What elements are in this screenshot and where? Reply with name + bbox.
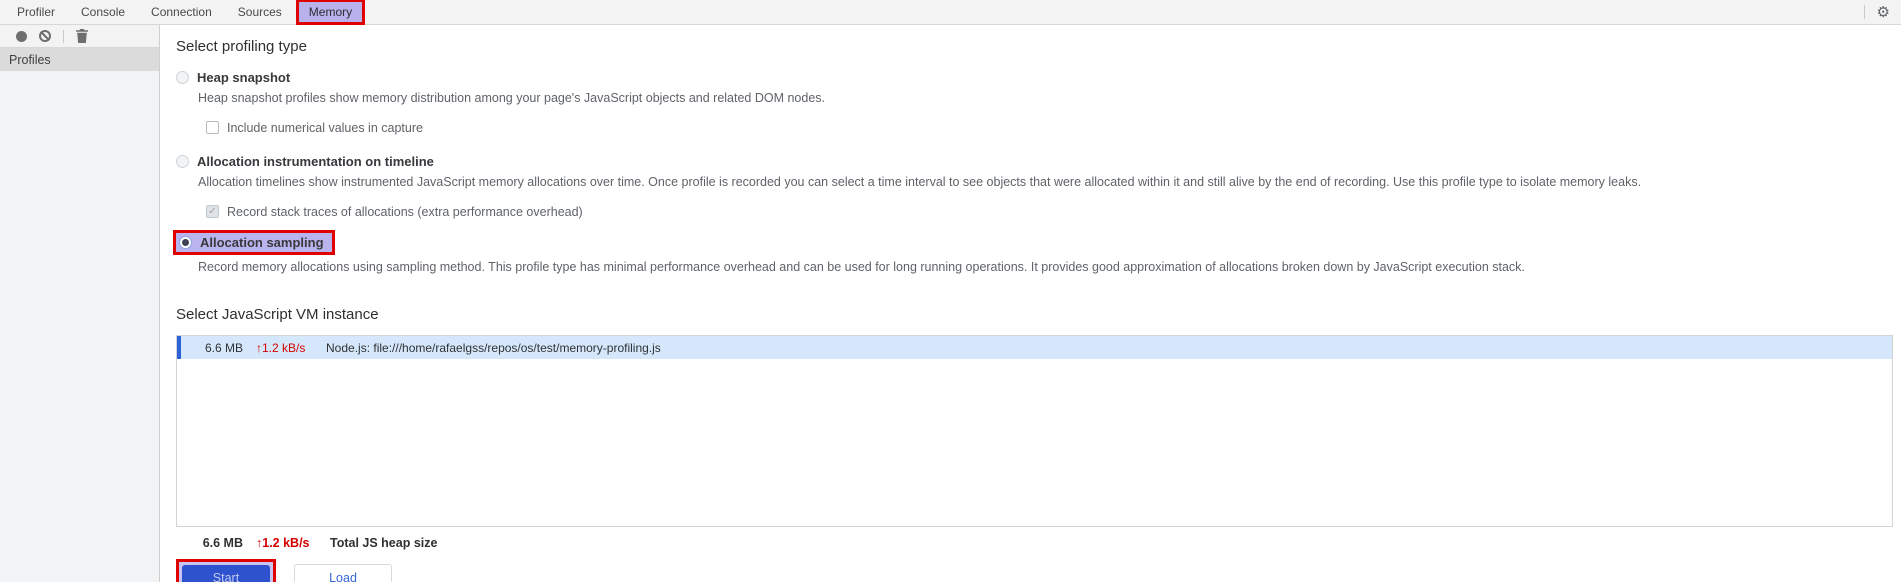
devtools-tabbar: Profiler Console Connection Sources Memo…	[0, 0, 1901, 25]
heap-total-row: 6.6 MB ↑1.2 kB/s Total JS heap size	[176, 536, 1893, 550]
heap-snapshot-radio[interactable]	[176, 70, 189, 84]
memory-panel: Select profiling type Heap snapshot Heap…	[160, 25, 1901, 582]
profiling-type-heading: Select profiling type	[176, 38, 307, 55]
clear-profiles-button[interactable]	[33, 25, 57, 47]
start-button[interactable]: Start	[182, 565, 270, 582]
allocation-timeline-description: Allocation timelines show instrumented J…	[198, 175, 1642, 189]
start-annotation-box: Start	[176, 559, 276, 582]
delete-profile-button[interactable]	[70, 25, 94, 47]
record-stack-traces-checkbox[interactable]: ✓	[206, 205, 219, 218]
total-heap-size-label: Total JS heap size	[330, 536, 438, 550]
toolbar-divider	[63, 29, 64, 43]
vm-instance-heading: Select JavaScript VM instance	[176, 306, 379, 323]
allocation-timeline-label[interactable]: Allocation instrumentation on timeline	[197, 154, 434, 169]
vm-instance-row[interactable]: 6.6 MB ↑1.2 kB/s Node.js: file:///home/r…	[177, 336, 1892, 359]
total-heap-size-value: 6.6 MB	[202, 536, 243, 550]
allocation-sampling-annotation-box: Allocation sampling	[173, 230, 335, 255]
record-icon	[15, 30, 27, 42]
clear-icon	[39, 30, 51, 42]
tab-memory[interactable]: Memory	[298, 2, 363, 22]
allocation-timeline-radio[interactable]	[176, 154, 189, 168]
actions-row: Start Load	[176, 559, 1893, 582]
allocation-sampling-label[interactable]: Allocation sampling	[200, 235, 324, 250]
tab-profiler[interactable]: Profiler	[4, 0, 68, 24]
tab-sources[interactable]: Sources	[225, 0, 295, 24]
vm-instance-name: Node.js: file:///home/rafaelgss/repos/os…	[326, 340, 661, 355]
trash-icon	[76, 29, 88, 43]
profiler-toolbar	[0, 25, 159, 48]
heap-snapshot-label[interactable]: Heap snapshot	[197, 70, 290, 85]
allocation-sampling-description: Record memory allocations using sampling…	[198, 260, 1525, 274]
tab-connection[interactable]: Connection	[138, 0, 225, 24]
vm-heap-size: 6.6 MB	[204, 340, 243, 355]
record-profile-button[interactable]	[9, 25, 33, 47]
include-numerical-values-label[interactable]: Include numerical values in capture	[227, 121, 423, 135]
option-heap-snapshot: Heap snapshot Heap snapshot profiles sho…	[176, 68, 1893, 136]
tab-console[interactable]: Console	[68, 0, 138, 24]
option-allocation-sampling: Allocation sampling Record memory alloca…	[173, 230, 1893, 276]
include-numerical-values-checkbox[interactable]	[206, 121, 219, 134]
vm-allocation-rate: ↑1.2 kB/s	[256, 340, 306, 355]
allocation-sampling-radio[interactable]	[179, 236, 192, 249]
profiles-sidebar: Profiles	[0, 25, 160, 582]
record-stack-traces-label[interactable]: Record stack traces of allocations (extr…	[227, 205, 583, 219]
option-allocation-timeline: Allocation instrumentation on timeline A…	[176, 152, 1893, 220]
load-button[interactable]: Load	[294, 564, 392, 582]
total-allocation-rate: ↑1.2 kB/s	[256, 536, 310, 550]
sidebar-item-profiles[interactable]: Profiles	[0, 48, 159, 71]
tabbar-right: ⚙	[1863, 0, 1901, 24]
settings-gear-icon[interactable]: ⚙	[1877, 5, 1890, 20]
toolbar-divider	[1863, 5, 1865, 19]
heap-snapshot-description: Heap snapshot profiles show memory distr…	[198, 91, 826, 105]
vm-instance-list: 6.6 MB ↑1.2 kB/s Node.js: file:///home/r…	[176, 335, 1893, 527]
